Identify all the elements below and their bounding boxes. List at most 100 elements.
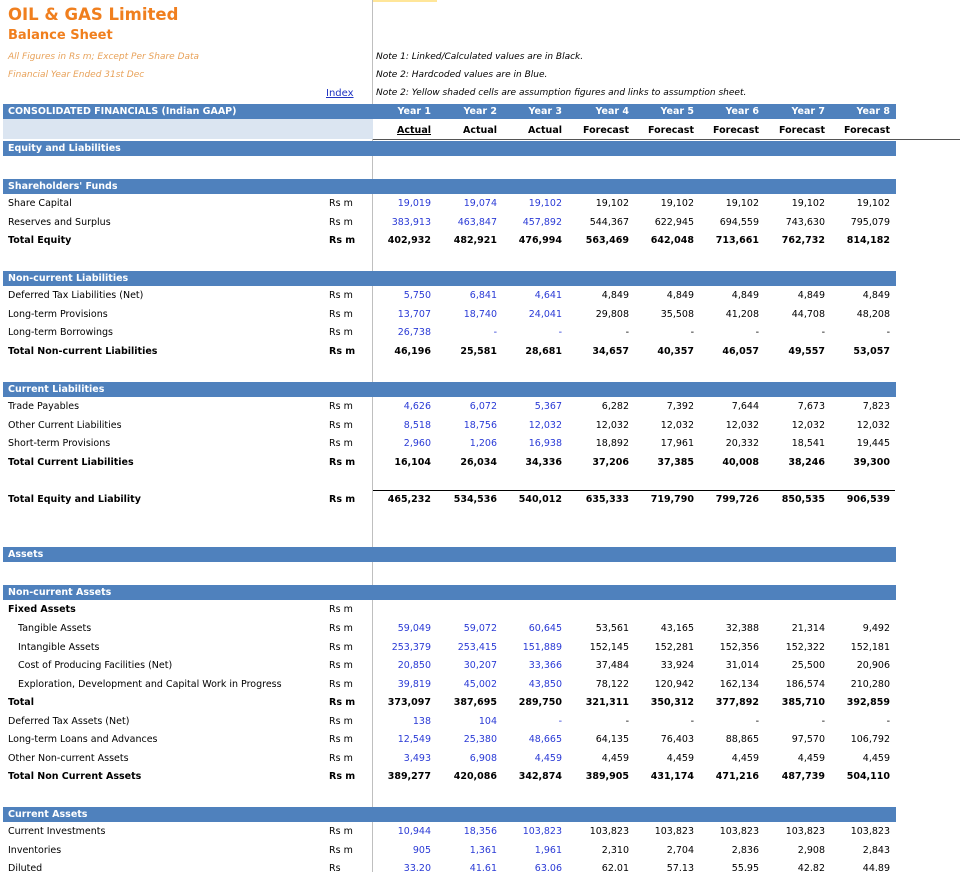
value-cell[interactable]: 25,500 <box>765 657 825 676</box>
value-cell[interactable]: 28,681 <box>502 343 562 362</box>
value-cell[interactable]: 43,850 <box>502 676 562 695</box>
value-cell[interactable]: 4,849 <box>634 287 694 306</box>
value-cell[interactable]: 431,174 <box>634 768 694 787</box>
value-cell[interactable]: 642,048 <box>634 232 694 251</box>
value-cell[interactable]: 4,459 <box>569 750 629 769</box>
value-cell[interactable]: 540,012 <box>502 491 562 510</box>
value-cell[interactable]: 49,557 <box>765 343 825 362</box>
value-cell[interactable]: 622,945 <box>634 214 694 233</box>
value-cell[interactable]: - <box>830 713 890 732</box>
value-cell[interactable]: 40,357 <box>634 343 694 362</box>
value-cell[interactable]: 64,135 <box>569 731 629 750</box>
value-cell[interactable]: 106,792 <box>830 731 890 750</box>
value-cell[interactable]: 210,280 <box>830 676 890 695</box>
value-cell[interactable]: 18,541 <box>765 435 825 454</box>
value-cell[interactable]: 57.13 <box>634 860 694 879</box>
value-cell[interactable]: 103,823 <box>830 823 890 842</box>
value-cell[interactable]: 635,333 <box>569 491 629 510</box>
value-cell[interactable]: 16,938 <box>502 435 562 454</box>
value-cell[interactable]: 12,032 <box>569 417 629 436</box>
value-cell[interactable]: 17,961 <box>634 435 694 454</box>
value-cell[interactable]: - <box>569 324 629 343</box>
value-cell[interactable]: 29,808 <box>569 306 629 325</box>
value-cell[interactable]: 2,704 <box>634 842 694 861</box>
value-cell[interactable]: 4,459 <box>765 750 825 769</box>
value-cell[interactable]: 19,102 <box>634 195 694 214</box>
value-cell[interactable]: 6,841 <box>437 287 497 306</box>
value-cell[interactable]: 4,849 <box>765 287 825 306</box>
value-cell[interactable]: 33.20 <box>371 860 431 879</box>
value-cell[interactable]: - <box>699 713 759 732</box>
value-cell[interactable]: 6,282 <box>569 398 629 417</box>
value-cell[interactable]: 471,216 <box>699 768 759 787</box>
value-cell[interactable]: 32,388 <box>699 620 759 639</box>
value-cell[interactable]: 152,181 <box>830 639 890 658</box>
value-cell[interactable]: 20,850 <box>371 657 431 676</box>
value-cell[interactable]: 18,740 <box>437 306 497 325</box>
value-cell[interactable]: 253,415 <box>437 639 497 658</box>
value-cell[interactable]: 795,079 <box>830 214 890 233</box>
value-cell[interactable]: - <box>634 324 694 343</box>
value-cell[interactable]: - <box>502 713 562 732</box>
value-cell[interactable]: 389,277 <box>371 768 431 787</box>
value-cell[interactable]: 2,960 <box>371 435 431 454</box>
value-cell[interactable]: 43,165 <box>634 620 694 639</box>
value-cell[interactable]: 18,756 <box>437 417 497 436</box>
value-cell[interactable]: 7,823 <box>830 398 890 417</box>
value-cell[interactable]: 20,332 <box>699 435 759 454</box>
value-cell[interactable]: 10,944 <box>371 823 431 842</box>
value-cell[interactable]: 120,942 <box>634 676 694 695</box>
value-cell[interactable]: 138 <box>371 713 431 732</box>
value-cell[interactable]: 321,311 <box>569 694 629 713</box>
value-cell[interactable]: 905 <box>371 842 431 861</box>
value-cell[interactable]: 34,657 <box>569 343 629 362</box>
value-cell[interactable]: 152,281 <box>634 639 694 658</box>
value-cell[interactable]: 387,695 <box>437 694 497 713</box>
value-cell[interactable]: 504,110 <box>830 768 890 787</box>
value-cell[interactable]: 906,539 <box>830 491 890 510</box>
value-cell[interactable]: 38,246 <box>765 454 825 473</box>
value-cell[interactable]: 103,823 <box>634 823 694 842</box>
value-cell[interactable]: 1,206 <box>437 435 497 454</box>
value-cell[interactable]: - <box>634 713 694 732</box>
value-cell[interactable]: - <box>569 713 629 732</box>
value-cell[interactable]: 12,032 <box>765 417 825 436</box>
value-cell[interactable]: 39,300 <box>830 454 890 473</box>
value-cell[interactable]: 19,102 <box>569 195 629 214</box>
value-cell[interactable]: 3,493 <box>371 750 431 769</box>
value-cell[interactable]: 5,750 <box>371 287 431 306</box>
value-cell[interactable]: 48,208 <box>830 306 890 325</box>
index-link[interactable]: Index <box>326 88 354 99</box>
value-cell[interactable]: 563,469 <box>569 232 629 251</box>
value-cell[interactable]: 25,380 <box>437 731 497 750</box>
value-cell[interactable]: 53,561 <box>569 620 629 639</box>
value-cell[interactable]: 151,889 <box>502 639 562 658</box>
value-cell[interactable]: 420,086 <box>437 768 497 787</box>
value-cell[interactable]: 7,644 <box>699 398 759 417</box>
value-cell[interactable]: 12,032 <box>634 417 694 436</box>
value-cell[interactable]: 18,356 <box>437 823 497 842</box>
value-cell[interactable]: 6,072 <box>437 398 497 417</box>
value-cell[interactable]: 814,182 <box>830 232 890 251</box>
value-cell[interactable]: 186,574 <box>765 676 825 695</box>
value-cell[interactable]: 12,032 <box>502 417 562 436</box>
value-cell[interactable]: 13,707 <box>371 306 431 325</box>
value-cell[interactable]: 4,849 <box>569 287 629 306</box>
value-cell[interactable]: - <box>765 713 825 732</box>
value-cell[interactable]: 59,072 <box>437 620 497 639</box>
value-cell[interactable]: 37,385 <box>634 454 694 473</box>
value-cell[interactable]: 103,823 <box>502 823 562 842</box>
value-cell[interactable]: 60,645 <box>502 620 562 639</box>
value-cell[interactable]: 8,518 <box>371 417 431 436</box>
value-cell[interactable]: 19,074 <box>437 195 497 214</box>
value-cell[interactable]: 4,849 <box>699 287 759 306</box>
value-cell[interactable]: 7,392 <box>634 398 694 417</box>
value-cell[interactable]: 152,145 <box>569 639 629 658</box>
value-cell[interactable]: 719,790 <box>634 491 694 510</box>
value-cell[interactable]: 26,738 <box>371 324 431 343</box>
value-cell[interactable]: 476,994 <box>502 232 562 251</box>
value-cell[interactable]: 465,232 <box>371 491 431 510</box>
value-cell[interactable]: 152,322 <box>765 639 825 658</box>
value-cell[interactable]: 34,336 <box>502 454 562 473</box>
value-cell[interactable]: 19,445 <box>830 435 890 454</box>
